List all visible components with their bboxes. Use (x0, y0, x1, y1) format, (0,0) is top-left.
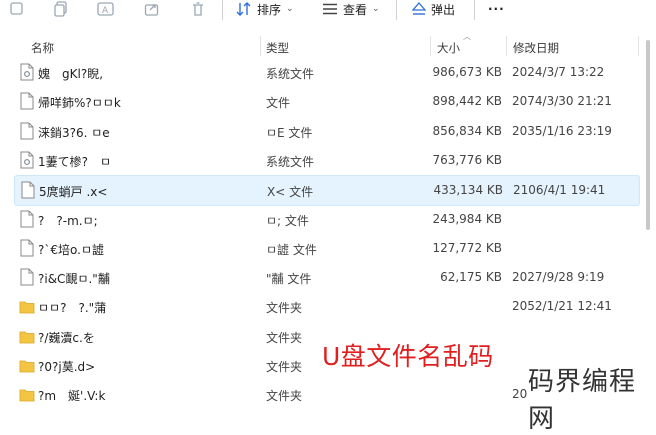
file-modified-date: 2074/3/30 21:21 (512, 94, 612, 109)
file-type: ㅁE 文件 (266, 125, 313, 140)
file-name: ?0?j茣.d> (38, 360, 96, 374)
command-bar: A 排序 ⌄ 查看 ⌄ 弹出 ··· (0, 0, 656, 30)
sort-label: 排序 (257, 2, 282, 17)
file-type: ㅁ; 文件 (266, 213, 309, 228)
file-modified-date: 2024/3/7 13:22 (512, 65, 605, 79)
view-button[interactable]: 查看 ⌄ (322, 0, 380, 18)
column-divider[interactable] (430, 36, 431, 56)
file-size: 62,175 KB (440, 270, 502, 285)
column-header-size[interactable]: 大小 (437, 40, 460, 56)
eject-icon (412, 2, 426, 15)
column-header-name[interactable]: 名称 (31, 40, 54, 56)
file-row[interactable]: 涞銷3?6. ㅁe ㅁE 文件 856,834 KB 2035/1/16 23:19 (14, 117, 638, 146)
file-modified-date: 2052/1/21 12:41 (512, 299, 612, 314)
file-type: 系统文件 (266, 67, 315, 81)
file-size: 243,984 KB (432, 211, 502, 226)
file-name: ㅁㅁ? ?."蒲 (38, 301, 107, 316)
file-type: 系统文件 (266, 154, 315, 169)
file-type: 文件夹 (266, 389, 303, 404)
file-type: 文件 (266, 96, 291, 111)
file-size: 898,442 KB (432, 94, 502, 109)
file-type: X< 文件 (267, 185, 314, 200)
file-row[interactable]: 媿 gKl?睨, 系统文件 986,673 KB 2024/3/7 13:22 (14, 58, 638, 87)
eject-label: 弹出 (431, 2, 456, 17)
file-size: 763,776 KB (432, 152, 502, 167)
file-size: 127,772 KB (432, 240, 502, 255)
column-divider[interactable] (638, 36, 639, 56)
scrollbar[interactable] (646, 40, 650, 230)
delete-icon[interactable] (187, 0, 209, 18)
file-row[interactable]: ? ?-m.ㅁ; ㅁ; 文件 243,984 KB (14, 205, 638, 234)
caption-text: U盘文件名乱码 (322, 342, 494, 371)
file-name: ? ?-m.ㅁ; (38, 213, 98, 228)
file-type: 文件夹 (266, 360, 303, 374)
file-name: 1萋て椮? ㅁ (38, 154, 112, 169)
file-name: ?m 娫'.V:k (38, 389, 106, 404)
chevron-down-icon: ⌄ (372, 4, 380, 14)
file-type: 文件夹 (266, 301, 303, 316)
share-icon[interactable] (141, 0, 163, 18)
more-options-button[interactable]: ··· (488, 0, 505, 18)
file-type: "黼 文件 (266, 272, 312, 287)
copy-icon[interactable] (50, 0, 72, 18)
toolbar-divider (222, 0, 223, 20)
eject-button[interactable]: 弹出 (412, 0, 455, 18)
sort-icon (236, 2, 251, 16)
file-row[interactable]: ?`€培o.ㅁ譃 ㅁ譃 文件 127,772 KB (14, 234, 638, 263)
column-header-row: 名称 类型 ︿ 大小 修改日期 (0, 32, 640, 58)
file-name: ?`€培o.ㅁ譃 (38, 242, 104, 257)
file-size: 986,673 KB (432, 65, 502, 79)
file-type: 文件夹 (266, 330, 303, 345)
sort-button[interactable]: 排序 ⌄ (236, 0, 294, 18)
file-name: 帰咩鈰%?ㅁㅁk (38, 96, 121, 111)
file-name: ?/巍瀆c.を (38, 330, 95, 345)
column-divider[interactable] (506, 36, 507, 56)
file-modified-date: 2035/1/16 23:19 (512, 123, 612, 138)
file-modified-date: 2027/9/28 9:19 (512, 270, 605, 285)
file-modified-date: 20 (512, 387, 528, 402)
file-size: 433,134 KB (433, 183, 503, 198)
rename-icon[interactable]: A (95, 0, 117, 18)
file-row[interactable]: 1萋て椮? ㅁ 系统文件 763,776 KB (14, 146, 638, 175)
file-row[interactable]: ?i&C靦ㅁ."黼 "黼 文件 62,175 KB 2027/9/28 9:19 (14, 263, 638, 292)
file-modified-date: 2106/4/1 19:41 (513, 183, 606, 198)
file-name: 涞銷3?6. ㅁe (38, 125, 110, 140)
more-icon: ··· (488, 2, 505, 16)
toolbar-divider (396, 0, 397, 20)
chevron-down-icon: ⌄ (286, 4, 294, 14)
svg-text:A: A (102, 6, 109, 16)
watermark-text: 码界编程网 (528, 367, 656, 434)
toolbar-divider (474, 0, 475, 20)
file-type: ㅁ譃 文件 (266, 242, 317, 257)
column-divider[interactable] (260, 36, 261, 56)
file-row[interactable]: ㅁㅁ? ?."蒲 文件夹 2052/1/21 12:41 (14, 292, 638, 321)
cut-icon[interactable] (6, 0, 28, 18)
view-icon (323, 3, 337, 15)
file-name: 媿 gKl?睨, (38, 67, 104, 81)
column-header-type[interactable]: 类型 (266, 40, 289, 56)
sort-ascending-icon: ︿ (463, 32, 471, 41)
file-size: 856,834 KB (432, 123, 502, 138)
file-row[interactable]: 5庹蛸戸 .x< X< 文件 433,134 KB 2106/4/1 19:41 (14, 175, 640, 207)
view-label: 查看 (343, 2, 368, 17)
file-name: ?i&C靦ㅁ."黼 (38, 272, 110, 287)
column-header-modified[interactable]: 修改日期 (513, 40, 559, 56)
file-row[interactable]: 帰咩鈰%?ㅁㅁk 文件 898,442 KB 2074/3/30 21:21 (14, 87, 638, 116)
file-name: 5庹蛸戸 .x< (39, 185, 108, 200)
